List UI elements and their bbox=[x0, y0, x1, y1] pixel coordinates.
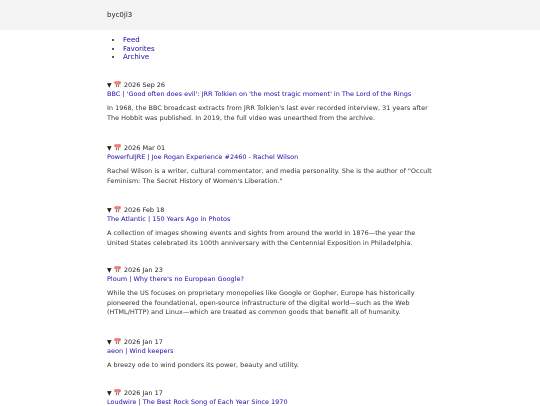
entry-description: A collection of images showing events an… bbox=[107, 229, 416, 247]
nav-link-favorites[interactable]: Favorites bbox=[123, 45, 155, 53]
calendar-icon: 📅 bbox=[113, 81, 122, 89]
entry-header[interactable]: ▼ 📅 2026 Jan 23 bbox=[107, 266, 437, 275]
entry-link[interactable]: PowerfulJRE | Joe Rogan Experience #2460… bbox=[107, 153, 437, 161]
nav-item-archive: Archive bbox=[123, 53, 155, 62]
entry-description: Rachel Wilson is a writer, cultural comm… bbox=[107, 167, 432, 185]
entry-description: In 1968, the BBC broadcast extracts from… bbox=[107, 104, 428, 122]
site-title: byc0jl3 bbox=[107, 11, 133, 19]
entry-date: 2026 Jan 23 bbox=[123, 266, 163, 274]
collapse-toggle-icon[interactable]: ▼ bbox=[107, 390, 112, 397]
collapse-toggle-icon[interactable]: ▼ bbox=[107, 145, 112, 152]
entry-header[interactable]: ▼ 📅 2026 Jan 17 bbox=[107, 389, 437, 398]
nav-list: Feed Favorites Archive bbox=[107, 36, 155, 62]
nav-item-favorites: Favorites bbox=[123, 45, 155, 54]
entry-item: ▼ 📅 2026 Mar 01 PowerfulJRE | Joe Rogan … bbox=[107, 144, 437, 186]
calendar-icon: 📅 bbox=[113, 389, 122, 397]
entry-description: While the US focuses on proprietary mono… bbox=[107, 289, 415, 316]
entry-item: ▼ 📅 2026 Jan 17 Loudwire | The Best Rock… bbox=[107, 389, 437, 406]
entry-description: A breezy ode to wind ponders its power, … bbox=[107, 361, 299, 369]
calendar-icon: 📅 bbox=[113, 206, 122, 214]
entry-item: ▼ 📅 2026 Feb 18 The Atlantic | 150 Years… bbox=[107, 206, 437, 248]
entry-date: 2026 Jan 17 bbox=[123, 389, 163, 397]
collapse-toggle-icon[interactable]: ▼ bbox=[107, 207, 112, 214]
entry-header[interactable]: ▼ 📅 2026 Feb 18 bbox=[107, 206, 437, 215]
entry-item: ▼ 📅 2026 Jan 17 aeon | Wind keepers A br… bbox=[107, 338, 437, 371]
entry-date: 2026 Jan 17 bbox=[123, 338, 163, 346]
entry-link[interactable]: Ploum | Why there's no European Google? bbox=[107, 275, 437, 283]
entry-header[interactable]: ▼ 📅 2026 Mar 01 bbox=[107, 144, 437, 153]
nav-link-archive[interactable]: Archive bbox=[123, 53, 149, 61]
entry-header[interactable]: ▼ 📅 2026 Sep 26 bbox=[107, 81, 437, 90]
nav-link-feed[interactable]: Feed bbox=[123, 36, 140, 44]
entry-date: 2026 Mar 01 bbox=[123, 144, 166, 152]
entry-item: ▼ 📅 2026 Sep 26 BBC | 'Good often does e… bbox=[107, 81, 437, 123]
calendar-icon: 📅 bbox=[113, 144, 122, 152]
entry-date: 2026 Feb 18 bbox=[123, 206, 165, 214]
top-bar: byc0jl3 bbox=[0, 0, 540, 30]
calendar-icon: 📅 bbox=[113, 266, 122, 274]
entry-link[interactable]: BBC | 'Good often does evil': JRR Tolkie… bbox=[107, 90, 437, 98]
entry-date: 2026 Sep 26 bbox=[123, 81, 166, 89]
entry-link[interactable]: The Atlantic | 150 Years Ago in Photos bbox=[107, 215, 437, 223]
calendar-icon: 📅 bbox=[113, 338, 122, 346]
collapse-toggle-icon[interactable]: ▼ bbox=[107, 267, 112, 274]
entry-link[interactable]: aeon | Wind keepers bbox=[107, 347, 437, 355]
entry-header[interactable]: ▼ 📅 2026 Jan 17 bbox=[107, 338, 437, 347]
collapse-toggle-icon[interactable]: ▼ bbox=[107, 82, 112, 89]
nav-item-feed: Feed bbox=[123, 36, 155, 45]
entry-item: ▼ 📅 2026 Jan 23 Ploum | Why there's no E… bbox=[107, 266, 437, 318]
collapse-toggle-icon[interactable]: ▼ bbox=[107, 339, 112, 346]
